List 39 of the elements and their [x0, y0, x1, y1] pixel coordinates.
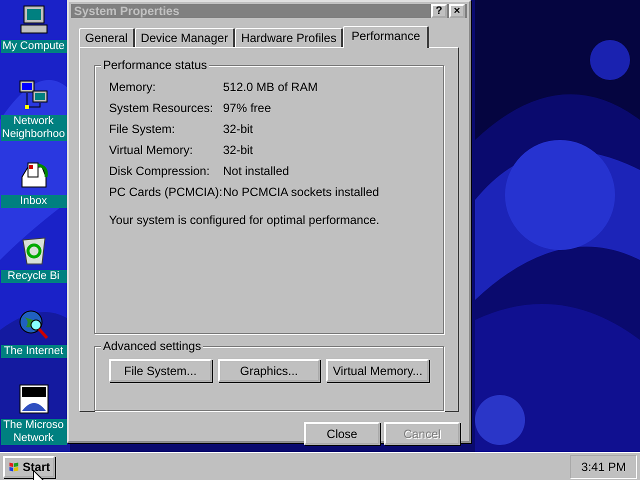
property-value: Not installed	[223, 164, 290, 179]
start-button[interactable]: Start	[3, 456, 55, 478]
computer-icon[interactable]	[18, 4, 50, 36]
settings-button[interactable]: File System...	[109, 359, 212, 382]
property-value: No PCMCIA sockets installed	[223, 185, 380, 200]
dialog-button[interactable]: Close	[304, 422, 380, 445]
close-button[interactable]: ×	[449, 4, 465, 18]
group-title: Performance status	[101, 58, 210, 72]
property-label: Memory:	[109, 80, 157, 95]
property-label: File System:	[109, 122, 176, 137]
tab[interactable]: General	[79, 28, 135, 47]
desktop-icon-label[interactable]: Recycle Bi	[0, 270, 66, 283]
desktop-icon-label[interactable]: The Internet	[0, 344, 66, 358]
clock: 3:41 PM	[570, 454, 637, 478]
desktop-icon-label[interactable]: The Microso Network	[0, 419, 66, 446]
settings-button[interactable]: Graphics...	[218, 359, 320, 382]
property-value: 97% free	[223, 101, 272, 116]
property-value: 512.0 MB of RAM	[223, 80, 319, 95]
property-label: PC Cards (PCMCIA):	[109, 185, 223, 200]
property-label: System Resources:	[109, 101, 214, 116]
network-computers-icon[interactable]	[18, 78, 50, 111]
tab[interactable]: Hardware Profiles	[235, 28, 344, 47]
property-value: 32-bit	[223, 143, 254, 158]
window-title: System Properties	[74, 4, 180, 18]
globe-magnifier-icon[interactable]	[18, 308, 50, 341]
property-label: Disk Compression:	[109, 164, 211, 179]
desktop-icon-label[interactable]: Network Neighborhoo	[0, 114, 66, 141]
property-label: Virtual Memory:	[109, 143, 194, 158]
tab[interactable]: Performance	[343, 26, 430, 48]
tab[interactable]: Device Manager	[134, 28, 236, 47]
status-message: Your system is configured for optimal performance.	[109, 213, 380, 227]
settings-button[interactable]: Virtual Memory...	[326, 359, 430, 382]
network-tile-icon[interactable]	[18, 383, 50, 416]
desktop-icon-label[interactable]: Inbox	[0, 195, 66, 208]
windows-flag-icon	[8, 460, 20, 474]
help-button[interactable]: ?	[431, 4, 447, 18]
desktop-icon-label[interactable]: My Compute	[0, 40, 66, 53]
property-value: 32-bit	[223, 122, 254, 137]
group-title: Advanced settings	[101, 339, 204, 354]
